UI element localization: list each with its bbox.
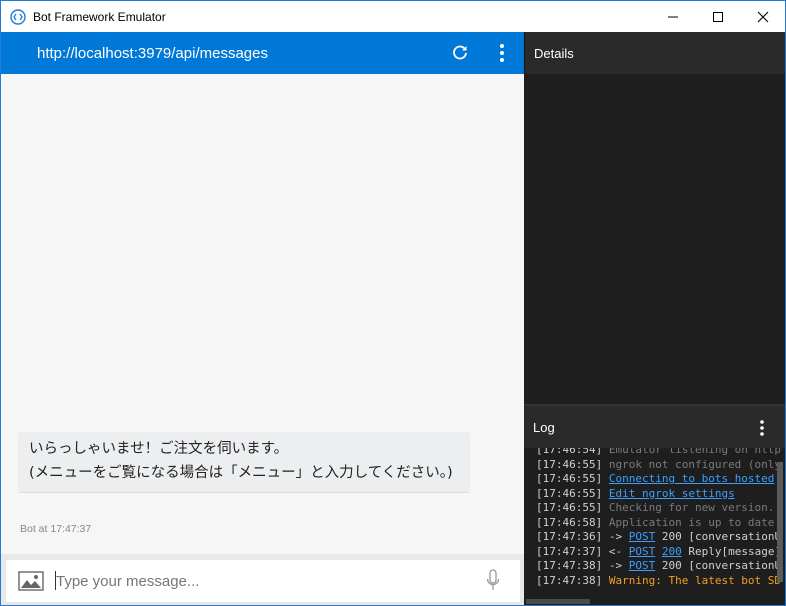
log-text: Checking for new version... bbox=[602, 501, 781, 514]
log-entry: [17:46:55] Connecting to bots hosted bbox=[536, 472, 781, 487]
log-timestamp: [17:47:36] bbox=[536, 530, 603, 543]
log-warning: Warning: The latest bot SD bbox=[602, 573, 781, 587]
side-pane: Details Log [17:46:54] Emulator listenin… bbox=[524, 32, 785, 605]
log-entry: [17:47:37] <- POST 200 Reply[message] bbox=[536, 545, 781, 560]
log-entry: [17:47:38] Warning: The latest bot SD bbox=[536, 574, 781, 589]
app-window: Bot Framework Emulator http://localhost:… bbox=[0, 0, 786, 606]
message-timestamp: Bot at 17:47:37 bbox=[20, 523, 92, 535]
log-entry: [17:46:55] Edit ngrok settings bbox=[536, 487, 781, 502]
log-link[interactable]: POST bbox=[629, 559, 656, 572]
minimize-button[interactable] bbox=[650, 1, 695, 32]
log-panel: [17:46:54] Emulator listening on http [17… bbox=[524, 448, 785, 597]
close-button[interactable] bbox=[740, 1, 785, 32]
endpoint-url: http://localhost:3979/api/messages bbox=[37, 44, 268, 62]
bot-emulator-icon bbox=[10, 8, 26, 25]
log-horizontal-scrollbar[interactable] bbox=[524, 597, 785, 605]
message-input-box bbox=[6, 560, 520, 602]
more-vertical-icon[interactable] bbox=[754, 419, 770, 437]
bot-message-line: (メニューをご覧になる場合は「メニュー」と入力してください。) bbox=[29, 465, 453, 481]
minimize-icon bbox=[667, 16, 678, 17]
log-title: Log bbox=[533, 419, 555, 435]
window-controls bbox=[650, 1, 785, 32]
log-text: 200 [conversationU bbox=[655, 530, 781, 543]
log-timestamp: [17:46:54] bbox=[536, 448, 603, 456]
image-upload-icon[interactable] bbox=[18, 570, 44, 592]
log-link[interactable]: Connecting to bots hosted bbox=[609, 472, 775, 485]
log-timestamp: [17:46:55] bbox=[536, 457, 603, 471]
log-scrollbar[interactable] bbox=[777, 462, 783, 582]
chat-header: http://localhost:3979/api/messages bbox=[1, 32, 524, 74]
more-vertical-icon[interactable] bbox=[494, 42, 510, 64]
log-lines: [17:46:54] Emulator listening on http [17… bbox=[536, 448, 781, 588]
details-panel bbox=[524, 74, 785, 404]
scrollbar-thumb[interactable] bbox=[526, 599, 590, 604]
log-text: ngrok not configured (only bbox=[602, 457, 781, 471]
title-bar: Bot Framework Emulator bbox=[1, 1, 785, 32]
log-entry: [17:47:36] -> POST 200 [conversationU bbox=[536, 530, 781, 545]
close-icon bbox=[757, 11, 768, 22]
refresh-icon[interactable] bbox=[450, 43, 470, 63]
microphone-icon[interactable] bbox=[485, 568, 501, 594]
window-title: Bot Framework Emulator bbox=[33, 9, 166, 24]
log-entry: [17:46:55] ngrok not configured (only bbox=[536, 458, 781, 473]
bot-message-bubble: いらっしゃいませ！ご注文を伺います。 (メニューをご覧になる場合は「メニュー」と… bbox=[18, 432, 470, 493]
chat-pane: http://localhost:3979/api/messages いらっしゃ… bbox=[1, 32, 524, 605]
maximize-button[interactable] bbox=[695, 1, 740, 32]
log-text: <- bbox=[602, 544, 629, 558]
log-entry: [17:47:38] -> POST 200 [conversationU bbox=[536, 559, 781, 574]
maximize-icon bbox=[712, 11, 723, 22]
log-entry: [17:46:54] Emulator listening on http bbox=[536, 448, 781, 458]
message-input[interactable] bbox=[56, 568, 466, 594]
details-header: Details bbox=[524, 32, 785, 74]
log-link[interactable]: POST bbox=[629, 545, 656, 558]
log-timestamp: [17:46:55] bbox=[536, 486, 603, 500]
log-entry: [17:46:55] Checking for new version... bbox=[536, 501, 781, 516]
log-link[interactable]: POST bbox=[629, 530, 656, 543]
log-text: Reply[message] bbox=[681, 544, 781, 558]
log-text: Application is up to date. bbox=[602, 515, 781, 529]
input-area bbox=[1, 554, 524, 605]
log-text: Emulator listening on http bbox=[602, 448, 781, 456]
log-timestamp: [17:47:37] bbox=[536, 544, 603, 558]
log-text: -> bbox=[602, 530, 629, 543]
log-entry: [17:46:58] Application is up to date. bbox=[536, 516, 781, 531]
log-timestamp: [17:47:38] bbox=[536, 559, 603, 572]
log-timestamp: [17:47:38] bbox=[536, 573, 603, 587]
log-timestamp: [17:46:58] bbox=[536, 515, 603, 529]
log-text: 200 [conversationU bbox=[655, 559, 781, 572]
log-link[interactable]: 200 bbox=[662, 545, 682, 558]
log-timestamp: [17:46:55] bbox=[536, 472, 603, 485]
log-timestamp: [17:46:55] bbox=[536, 501, 603, 514]
log-header: Log bbox=[524, 406, 785, 448]
log-text: -> bbox=[602, 559, 629, 572]
bot-message-line: いらっしゃいませ！ご注文を伺います。 bbox=[29, 441, 289, 457]
log-link[interactable]: Edit ngrok settings bbox=[609, 487, 735, 500]
details-title: Details bbox=[534, 45, 574, 61]
